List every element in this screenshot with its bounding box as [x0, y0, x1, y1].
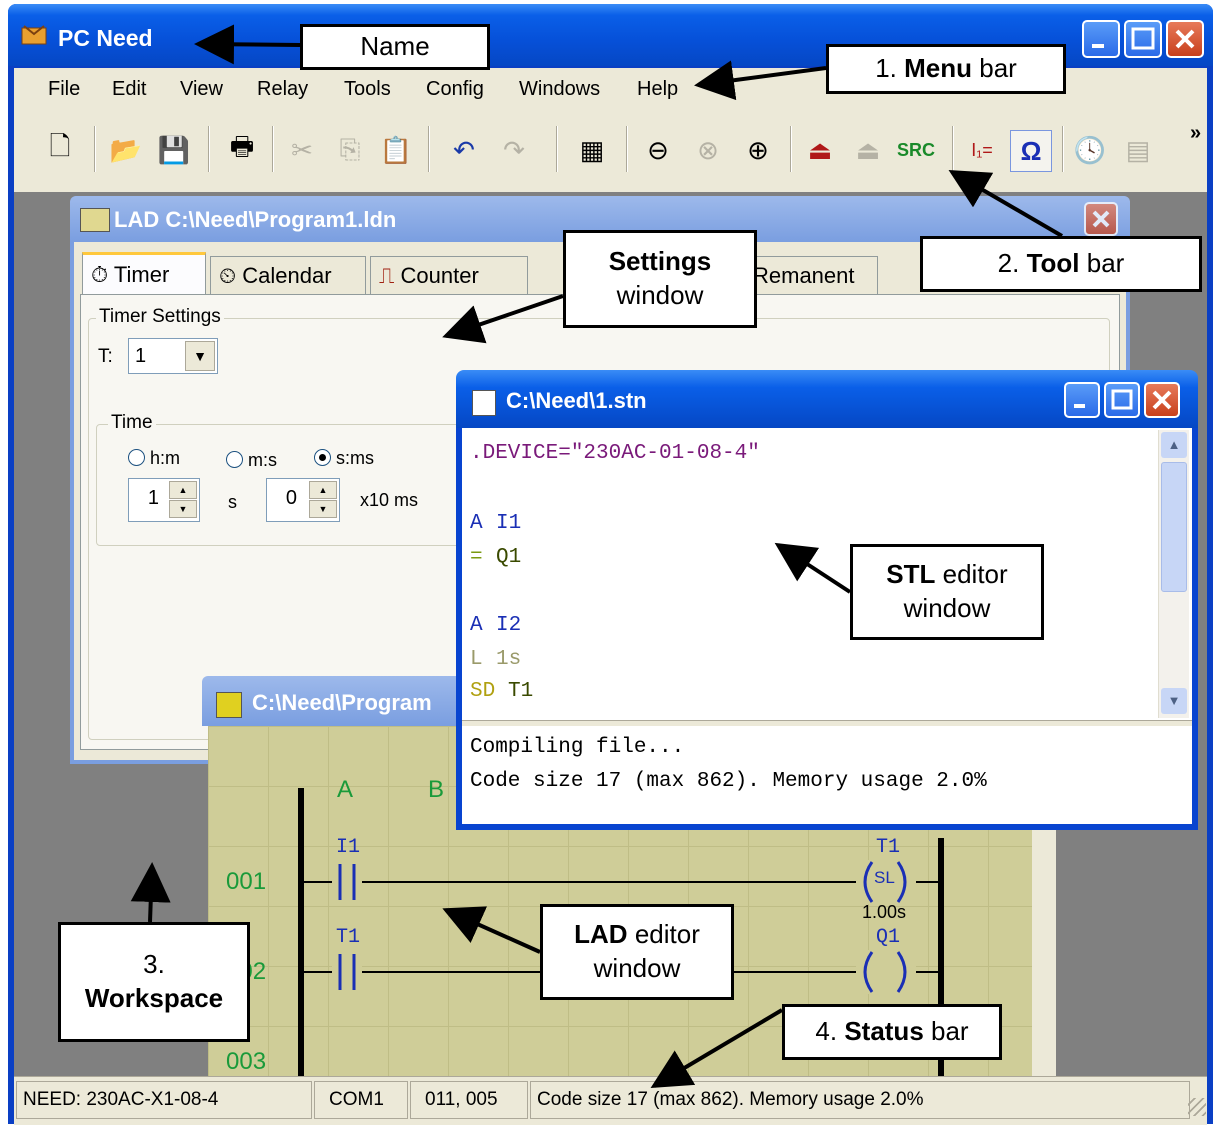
callout-lad-bold: LAD	[574, 919, 628, 950]
callout-settings: Settings window	[563, 230, 757, 328]
callout-status-rest: bar	[931, 1016, 969, 1047]
callout-tool-num: 2.	[997, 248, 1020, 279]
callout-menu-num: 1.	[875, 53, 897, 84]
callout-settings-rest: window	[616, 280, 704, 310]
callout-stl-bold: STL	[886, 559, 936, 590]
callout-ws-num: 3.	[143, 949, 165, 980]
callout-tool-bar: 2. Tool bar	[920, 236, 1202, 292]
callout-lad-line2: window	[593, 953, 681, 983]
callout-status-bold: Status	[844, 1016, 924, 1047]
callout-tool-bold: Tool	[1026, 248, 1080, 279]
callout-menu-bold: Menu	[904, 53, 972, 84]
callout-status-num: 4.	[815, 1016, 838, 1047]
callout-lad: LAD editor window	[540, 904, 734, 1000]
callout-workspace: 3. Workspace	[58, 922, 250, 1042]
callout-name-text: Name	[360, 31, 430, 62]
callout-stl: STL editor window	[850, 544, 1044, 640]
callout-ws-bold: Workspace	[84, 983, 224, 1013]
callout-status: 4. Status bar	[782, 1004, 1002, 1060]
callout-stl-line2: window	[903, 593, 991, 623]
callout-menu-rest: bar	[979, 53, 1017, 84]
callout-tool-rest: bar	[1086, 248, 1125, 279]
callout-lad-rest: editor	[634, 919, 700, 950]
callout-stl-rest: editor	[942, 559, 1008, 590]
callout-name: Name	[300, 24, 490, 70]
callout-menu-bar: 1. Menu bar	[826, 44, 1066, 94]
callout-settings-bold: Settings	[608, 246, 712, 277]
